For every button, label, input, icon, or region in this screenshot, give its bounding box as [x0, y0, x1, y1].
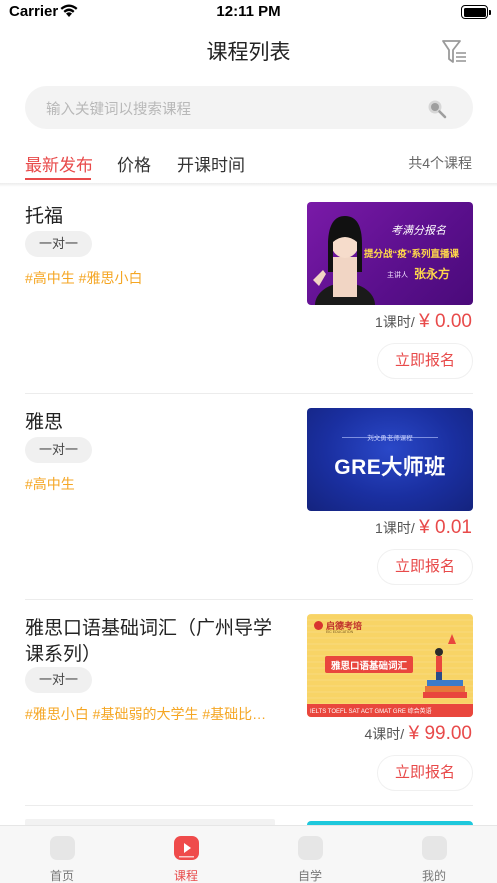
course-price: ¥ 0.01: [419, 517, 472, 538]
tab-home[interactable]: 首页: [0, 826, 124, 883]
course-title: 雅思口语基础词汇（广州导学课系列）: [25, 618, 273, 665]
tab-self-study[interactable]: 自学: [248, 826, 372, 883]
course-price: ¥ 0.00: [419, 311, 472, 332]
page-title: 课程列表: [206, 41, 291, 64]
active-tab-indicator: [25, 178, 91, 180]
course-card[interactable]: 雅思 一对一 #高中生 刘文勇老师课程 GRE大师班 1课时/ ¥ 0.01 立…: [0, 394, 497, 600]
sort-tab-start-time[interactable]: 开课时间: [177, 151, 245, 176]
thumb-presenter: 张永方: [414, 267, 451, 281]
course-tags: #高中生: [25, 476, 75, 492]
tab-label: 课程: [173, 869, 198, 883]
course-card[interactable]: 托福 一对一 #高中生 #雅思小白 考满分报名 提分战“疫”系列直播课 主讲人 …: [0, 188, 497, 394]
course-thumbnail: 启德考培 EIC EDUCATION 雅思口语基础词汇 IELTS TOEFL …: [307, 614, 473, 717]
signup-button[interactable]: 立即报名: [377, 755, 473, 791]
course-type-badge: 一对一: [25, 437, 92, 463]
course-card[interactable]: 雅思口语基础词汇（广州导学课系列） 一对一 #雅思小白 #基础弱的大学生 #基础…: [0, 600, 497, 806]
search-icon[interactable]: [427, 99, 447, 119]
clock-time: 12:11 PM: [216, 3, 281, 20]
course-thumbnail: 刘文勇老师课程 GRE大师班: [307, 408, 473, 511]
sort-tab-price[interactable]: 价格: [117, 151, 151, 176]
course-tags: #高中生 #雅思小白: [25, 270, 143, 286]
thumb-footer: IELTS TOEFL SAT ACT GMAT GRE 综合英语: [310, 709, 432, 715]
price-row: 1课时/ ¥ 0.00: [375, 311, 472, 333]
price-row: 4课时/ ¥ 99.00: [364, 723, 472, 745]
lesson-count: 1课时/: [375, 314, 415, 330]
home-icon: [50, 836, 75, 860]
thumb-presenter-label: 主讲人: [387, 272, 408, 279]
tab-label: 自学: [297, 869, 322, 883]
status-bar: Carrier 12:11 PM: [0, 0, 497, 26]
course-title: 托福: [25, 206, 64, 227]
self-study-icon: [298, 836, 323, 860]
course-type-badge: 一对一: [25, 231, 92, 257]
price-row: 1课时/ ¥ 0.01: [375, 517, 472, 539]
thumb-subtitle: 刘文勇老师课程: [367, 435, 413, 442]
profile-icon: [422, 836, 447, 860]
tab-profile[interactable]: 我的: [372, 826, 496, 883]
thumb-headline: 提分战“疫”系列直播课: [364, 249, 460, 260]
lesson-count: 4课时/: [364, 726, 405, 742]
course-tags: #雅思小白 #基础弱的大学生 #基础比…: [25, 706, 267, 722]
course-title: 雅思: [25, 412, 64, 433]
course-play-icon: [174, 836, 199, 860]
thumb-headline: GRE大师班: [334, 456, 446, 479]
thumb-brand: 考满分报名: [391, 225, 446, 237]
tab-label: 首页: [49, 869, 74, 883]
course-price: ¥ 99.00: [408, 723, 472, 744]
divider: [0, 183, 497, 187]
signup-button[interactable]: 立即报名: [377, 549, 473, 585]
signup-button[interactable]: 立即报名: [377, 343, 473, 379]
lesson-count: 1课时/: [375, 520, 415, 536]
course-thumbnail: 考满分报名 提分战“疫”系列直播课 主讲人 张永方: [307, 202, 473, 305]
sort-tab-latest[interactable]: 最新发布: [25, 151, 93, 176]
filter-icon[interactable]: [440, 38, 470, 66]
search-placeholder: 输入关键词以搜索课程: [46, 102, 191, 118]
battery-icon: [461, 5, 491, 19]
search-input[interactable]: 输入关键词以搜索课程: [25, 86, 473, 129]
bottom-tab-bar: 首页 课程 自学 我的: [0, 825, 497, 883]
tab-label: 我的: [421, 869, 446, 883]
tab-courses[interactable]: 课程: [124, 826, 248, 883]
course-type-badge: 一对一: [25, 667, 92, 693]
course-count: 共4个课程: [408, 155, 472, 171]
